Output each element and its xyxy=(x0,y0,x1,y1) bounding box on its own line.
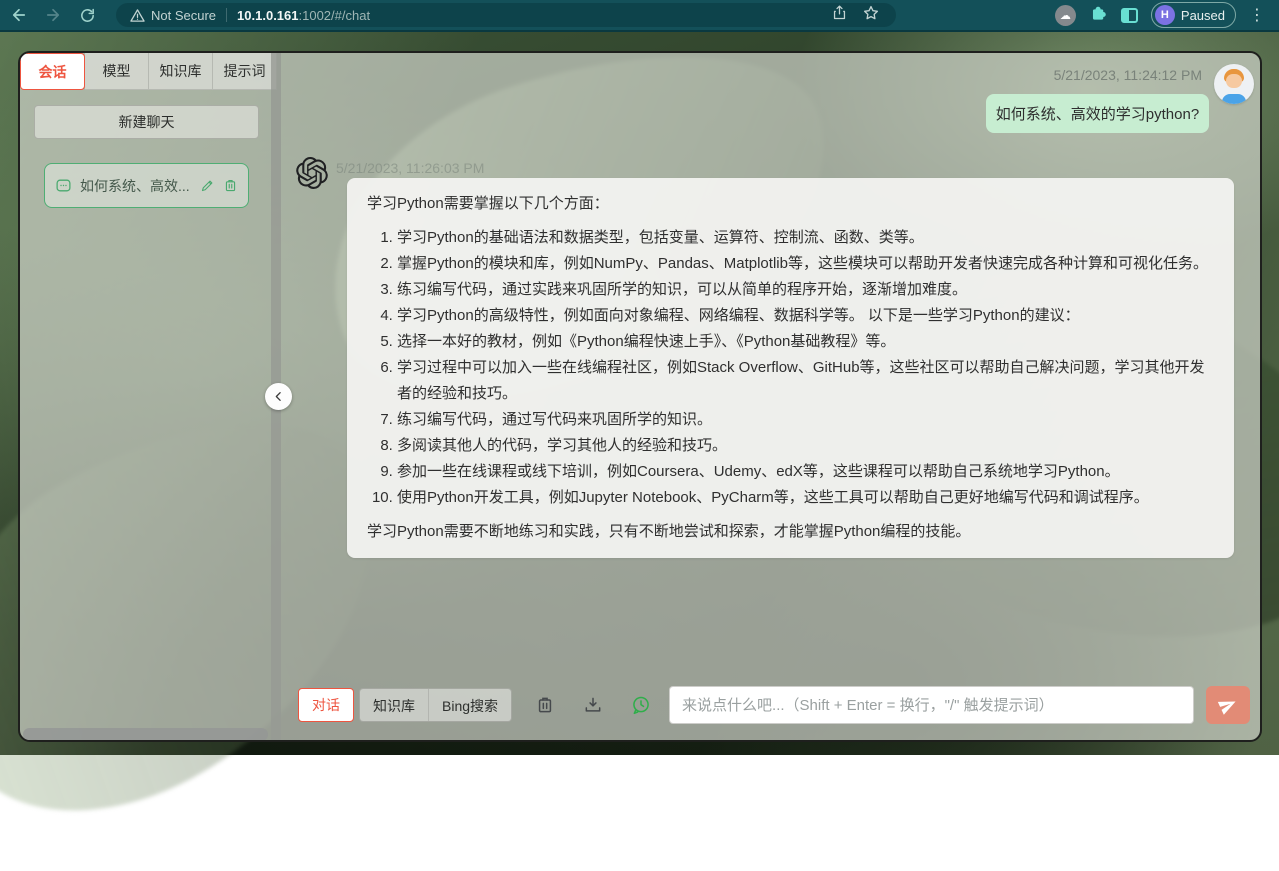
edit-pencil-icon[interactable] xyxy=(200,178,215,193)
mode-tab-group: 知识库 Bing搜索 xyxy=(359,688,512,722)
tab-knowledge-base[interactable]: 知识库 xyxy=(149,53,213,90)
profile-button[interactable]: H Paused xyxy=(1151,2,1236,28)
url-host: 10.1.0.161 xyxy=(237,8,298,23)
assistant-message-timestamp: 5/21/2023, 11:26:03 PM xyxy=(336,160,484,176)
security-label: Not Secure xyxy=(151,8,216,23)
mode-tab-chat[interactable]: 对话 xyxy=(298,688,354,722)
message-input[interactable] xyxy=(669,686,1194,724)
conversation-list-item[interactable]: 如何系统、高效... xyxy=(44,163,249,208)
forward-button[interactable] xyxy=(38,2,68,28)
history-clock-icon[interactable] xyxy=(630,694,652,716)
url-path: :1002/#/chat xyxy=(299,8,371,23)
extensions-puzzle-icon[interactable] xyxy=(1089,3,1108,27)
chat-app-window: 会话 模型 知识库 提示词 新建聊天 如何系统、高效... 5/21/2023,… xyxy=(18,51,1262,742)
sidebar-horizontal-scrollbar[interactable] xyxy=(23,728,268,741)
assistant-list-item: 学习Python的高级特性，例如面向对象编程、网络编程、数据科学等。 以下是一些… xyxy=(397,303,1214,329)
address-bar[interactable]: Not Secure 10.1.0.161:1002/#/chat xyxy=(116,3,896,27)
assistant-list-item: 练习编写代码，通过写代码来巩固所学的知识。 xyxy=(397,407,1214,433)
assistant-list-item: 学习过程中可以加入一些在线编程社区，例如Stack Overflow、GitHu… xyxy=(397,355,1214,407)
assistant-list: 学习Python的基础语法和数据类型，包括变量、运算符、控制流、函数、类等。掌握… xyxy=(367,225,1214,511)
mode-tab-bing-search[interactable]: Bing搜索 xyxy=(428,689,511,722)
delete-trash-icon[interactable] xyxy=(223,178,238,193)
bookmark-star-icon[interactable] xyxy=(862,4,880,27)
assistant-list-item: 掌握Python的模块和库，例如NumPy、Pandas、Matplotlib等… xyxy=(397,251,1214,277)
user-message-bubble: 如何系统、高效的学习python? xyxy=(986,94,1209,133)
export-download-icon[interactable] xyxy=(582,694,604,716)
assistant-outro: 学习Python需要不断地练习和实践，只有不断地尝试和探索，才能掌握Python… xyxy=(367,519,1214,545)
assistant-list-item: 学习Python的基础语法和数据类型，包括变量、运算符、控制流、函数、类等。 xyxy=(397,225,1214,251)
not-secure-warning-icon xyxy=(130,8,145,23)
profile-status-label: Paused xyxy=(1181,8,1225,23)
profile-avatar-initial: H xyxy=(1155,5,1175,25)
conversation-title: 如何系统、高效... xyxy=(80,176,192,196)
assistant-list-item: 练习编写代码，通过实践来巩固所学的知识，可以从简单的程序开始，逐渐增加难度。 xyxy=(397,277,1214,303)
assistant-intro: 学习Python需要掌握以下几个方面： xyxy=(367,191,1214,217)
sidebar-tabbar: 会话 模型 知识库 提示词 xyxy=(20,53,277,90)
assistant-message-bubble: 学习Python需要掌握以下几个方面： 学习Python的基础语法和数据类型，包… xyxy=(347,178,1234,558)
chat-bubble-icon xyxy=(55,177,72,194)
assistant-list-item: 多阅读其他人的代码，学习其他人的经验和技巧。 xyxy=(397,433,1214,459)
mode-tab-knowledge-base[interactable]: 知识库 xyxy=(360,689,428,722)
url-text: 10.1.0.161:1002/#/chat xyxy=(237,8,370,23)
address-divider xyxy=(226,8,227,22)
sidebar-collapse-button[interactable] xyxy=(265,383,292,410)
back-button[interactable] xyxy=(4,2,34,28)
send-button[interactable] xyxy=(1206,686,1250,724)
openai-logo-icon xyxy=(296,157,328,189)
tab-prompts[interactable]: 提示词 xyxy=(213,53,277,90)
assistant-list-item: 选择一本好的教材，例如《Python编程快速上手》、《Python基础教程》等。 xyxy=(397,329,1214,355)
browser-menu-icon[interactable]: ⋮ xyxy=(1249,5,1265,25)
user-avatar xyxy=(1214,64,1254,104)
tab-models[interactable]: 模型 xyxy=(85,53,149,90)
tab-conversations[interactable]: 会话 xyxy=(20,53,85,90)
side-panel-icon[interactable] xyxy=(1121,8,1138,23)
assistant-list-item: 参加一些在线课程或线下培训，例如Coursera、Udemy、edX等，这些课程… xyxy=(397,459,1214,485)
user-message-timestamp: 5/21/2023, 11:24:12 PM xyxy=(798,67,1202,83)
paper-plane-icon xyxy=(1215,692,1242,719)
clear-trash-icon[interactable] xyxy=(534,694,556,716)
reload-button[interactable] xyxy=(72,2,102,28)
share-icon[interactable] xyxy=(831,4,848,26)
new-chat-button[interactable]: 新建聊天 xyxy=(34,105,259,139)
composer-bar: 对话 知识库 Bing搜索 xyxy=(298,686,1250,724)
assistant-list-item: 使用Python开发工具，例如Jupyter Notebook、PyCharm等… xyxy=(397,485,1214,511)
cloud-extension-icon[interactable]: ☁ xyxy=(1055,5,1076,26)
browser-toolbar: Not Secure 10.1.0.161:1002/#/chat ☁ H Pa… xyxy=(0,0,1279,32)
chevron-left-icon xyxy=(272,390,285,403)
